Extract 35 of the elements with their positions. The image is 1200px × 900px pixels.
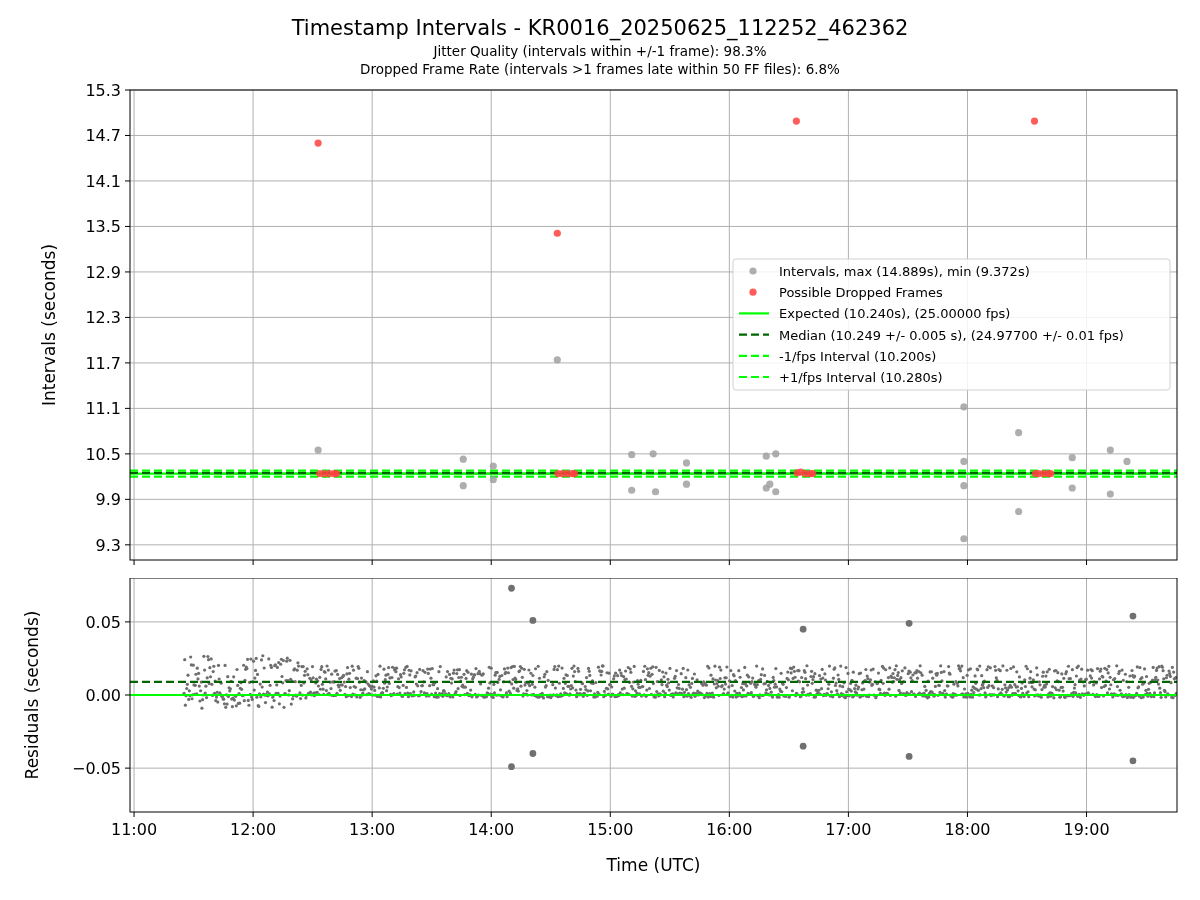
y-tick-label: −0.05: [71, 759, 121, 779]
x-tick-label: 13:00: [349, 820, 396, 839]
x-tick-label: 14:00: [468, 820, 515, 839]
y-tick-label: 10.5: [85, 444, 121, 464]
y-tick-label: 13.5: [85, 217, 121, 237]
legend-label: Expected (10.240s), (25.00000 fps): [779, 306, 1011, 322]
y-tick-label: 14.7: [85, 126, 121, 146]
x-tick-label: 11:00: [111, 820, 158, 839]
legend-label: -1/fps Interval (10.200s): [779, 348, 937, 364]
y-tick-label: 15.3: [85, 81, 121, 100]
chart-subtitle: Dropped Frame Rate (intervals >1 frames late within 50 FF files): 6.8%: [360, 60, 840, 78]
y-axis-label: Intervals (seconds): [39, 243, 59, 407]
y-tick-label: 12.9: [85, 262, 121, 282]
legend-label: Intervals, max (14.889s), min (9.372s): [779, 264, 1030, 279]
legend-label: Median (10.249 +/- 0.005 s), (24.97700 +/- 0.01 fps): [779, 327, 1124, 343]
legend-label: +1/fps Interval (10.280s): [779, 370, 943, 385]
y-tick-label: 12.3: [85, 308, 121, 328]
x-tick-label: 15:00: [587, 820, 634, 839]
x-tick-label: 17:00: [825, 820, 872, 839]
chart-subtitle: Jitter Quality (intervals within +/-1 frame): 98.3%: [433, 42, 767, 60]
legend-label: Possible Dropped Frames: [779, 285, 943, 301]
y-axis-label: Residuals (seconds): [22, 610, 42, 780]
x-tick-label: 18:00: [944, 820, 991, 839]
chart-title: Timestamp Intervals - KR0016_20250625_112252_462362: [291, 15, 909, 42]
y-tick-label: 11.1: [85, 399, 121, 419]
y-tick-label: 0.05: [85, 612, 121, 632]
x-tick-label: 16:00: [706, 820, 753, 839]
x-tick-label: 12:00: [230, 820, 277, 839]
y-tick-label: 11.7: [85, 353, 121, 373]
y-tick-label: 14.1: [85, 171, 121, 191]
x-axis-label: Time (UTC): [606, 855, 701, 875]
y-tick-label: 9.9: [95, 490, 121, 510]
y-tick-label: 0.00: [85, 686, 121, 705]
x-tick-label: 19:00: [1063, 820, 1110, 839]
y-tick-label: 9.3: [95, 535, 121, 555]
